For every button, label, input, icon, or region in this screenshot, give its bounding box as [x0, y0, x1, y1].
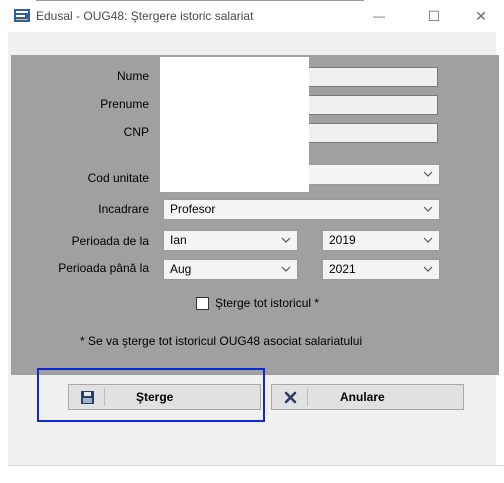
close-icon: ✕ [475, 7, 487, 24]
chevron-down-icon [280, 260, 292, 279]
close-button[interactable]: ✕ [458, 0, 504, 32]
perioada-pana-la-label: Perioada până la [58, 261, 149, 275]
x-cancel-icon [284, 391, 297, 404]
sterge-tot-checkbox-label[interactable]: Şterge tot istoricul * [215, 296, 319, 310]
minimize-icon: — [373, 9, 385, 23]
incadrare-label: Incadrare [98, 202, 149, 216]
cod-unitate-label: Cod unitate [87, 171, 149, 185]
perioada-de-la-month-select[interactable]: Ian [163, 230, 298, 251]
maximize-button[interactable]: ☐ [411, 0, 457, 32]
button-separator [307, 388, 308, 406]
chevron-down-icon [422, 260, 434, 279]
perioada-de-la-month-value: Ian [170, 233, 187, 247]
prenume-label: Prenume [100, 97, 149, 111]
perioada-de-la-label: Perioada de la [71, 234, 149, 248]
perioada-de-la-year-select[interactable]: 2019 [322, 230, 440, 251]
incadrare-value: Profesor [170, 202, 216, 216]
perioada-pana-la-month-select[interactable]: Aug [163, 259, 298, 280]
perioada-pana-la-year-value: 2021 [329, 262, 356, 276]
title-bar: Edusal - OUG48: Ştergere istoric salaria… [0, 0, 504, 32]
warning-note: * Se va şterge tot istoricul OUG48 asoci… [80, 334, 363, 348]
chevron-down-icon [280, 231, 292, 250]
maximize-icon: ☐ [427, 7, 441, 24]
sterge-tot-checkbox[interactable] [196, 297, 209, 310]
window-title: Edusal - OUG48: Ştergere istoric salaria… [36, 9, 254, 23]
anulare-button-label: Anulare [340, 390, 385, 404]
perioada-pana-la-month-value: Aug [170, 262, 192, 276]
cnp-label: CNP [123, 125, 149, 139]
chevron-down-icon [422, 165, 434, 184]
nume-label: Nume [116, 69, 149, 83]
redacted-area [160, 57, 309, 192]
status-divider [8, 465, 504, 466]
chevron-down-icon [422, 231, 434, 250]
edusal-app-icon [14, 9, 30, 22]
focus-highlight [37, 368, 265, 422]
perioada-pana-la-year-select[interactable]: 2021 [322, 259, 440, 280]
chevron-down-icon [422, 200, 434, 219]
anulare-button[interactable]: Anulare [271, 384, 464, 410]
perioada-de-la-year-value: 2019 [329, 233, 356, 247]
incadrare-select[interactable]: Profesor [163, 199, 440, 220]
minimize-button[interactable]: — [356, 0, 402, 32]
